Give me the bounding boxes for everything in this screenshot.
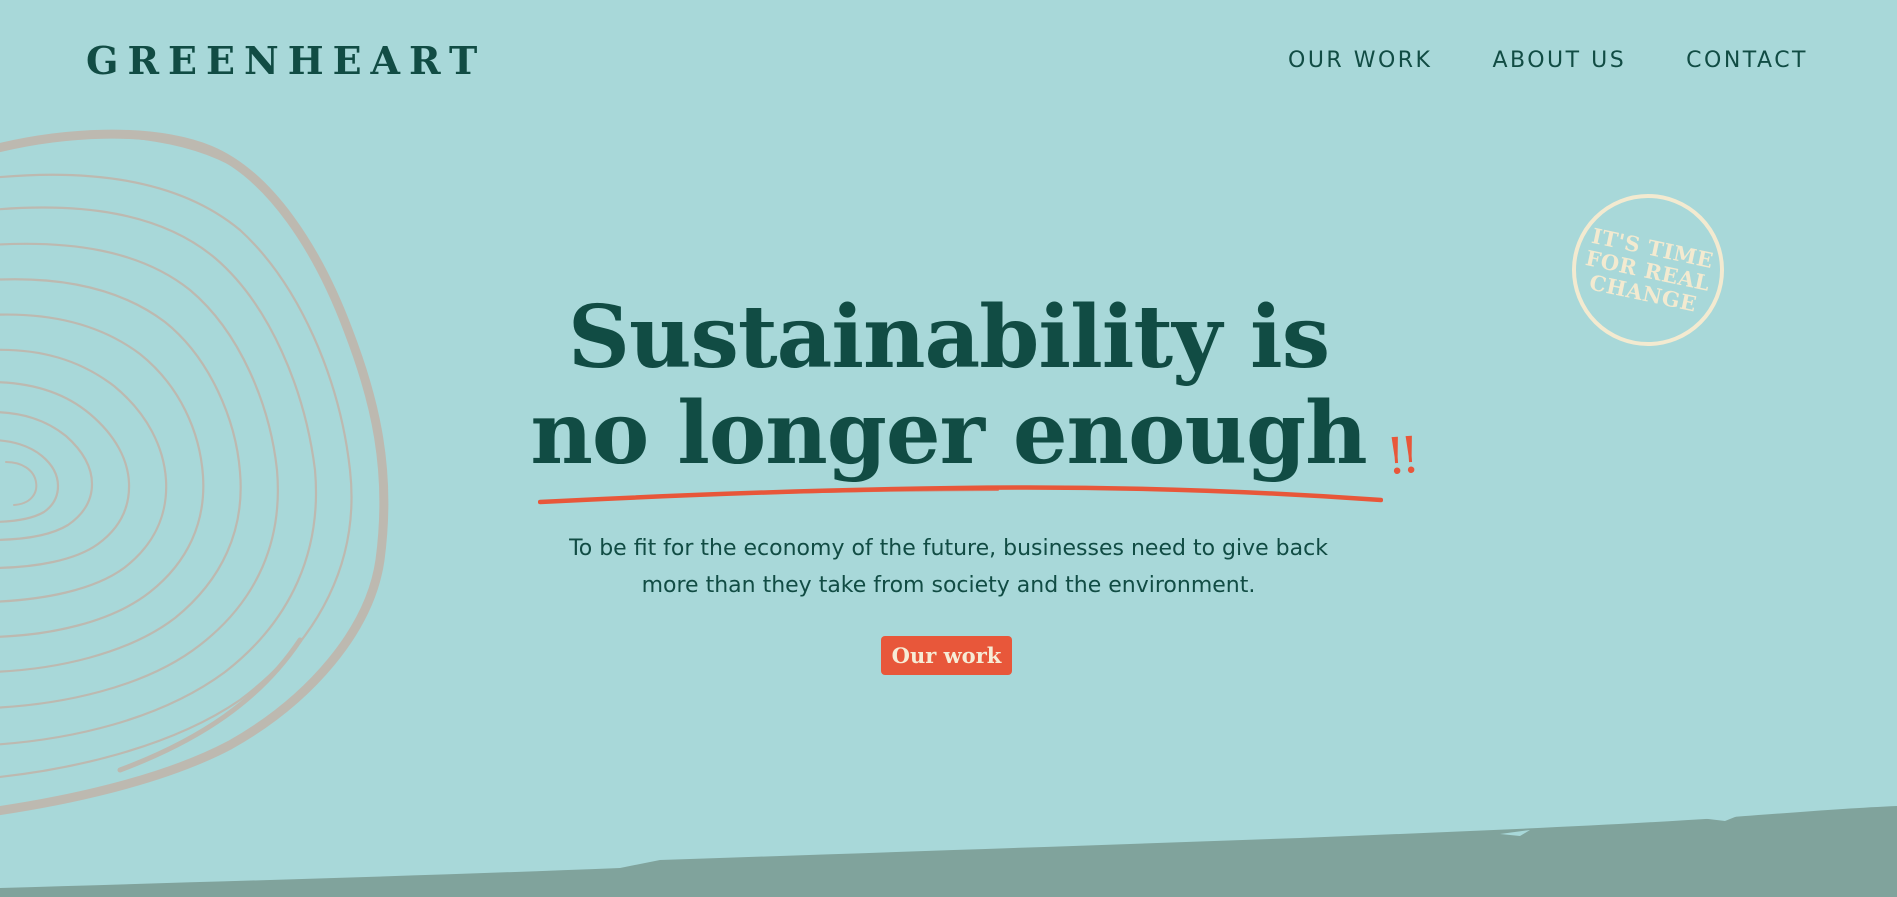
hero-headline: Sustainability is no longer enough !! (0, 287, 1897, 486)
hero-subtext-line-2: more than they take from society and the… (641, 573, 1256, 598)
our-work-button[interactable]: Our work (881, 636, 1012, 675)
site-header: GREENHEART OUR WORK ABOUT US CONTACT (0, 0, 1897, 120)
headline-line-2: no longer enough (530, 383, 1367, 484)
main-nav: OUR WORK ABOUT US CONTACT (1288, 48, 1808, 73)
hero-section: Sustainability is no longer enough !! (0, 287, 1897, 486)
nav-item-our-work[interactable]: OUR WORK (1288, 48, 1432, 73)
headline-line-2-wrapper: no longer enough !! (530, 383, 1416, 486)
ground-strip (0, 806, 1897, 897)
brush-underline-icon (538, 485, 1383, 505)
nav-item-contact[interactable]: CONTACT (1686, 48, 1808, 73)
headline-accent: !! (1384, 426, 1417, 486)
nav-item-about-us[interactable]: ABOUT US (1492, 48, 1626, 73)
headline-line-1: Sustainability is (567, 287, 1330, 388)
brand-logo[interactable]: GREENHEART (86, 38, 486, 83)
hero-subtext: To be fit for the economy of the future,… (0, 530, 1897, 604)
hero-subtext-line-1: To be fit for the economy of the future,… (569, 536, 1328, 561)
